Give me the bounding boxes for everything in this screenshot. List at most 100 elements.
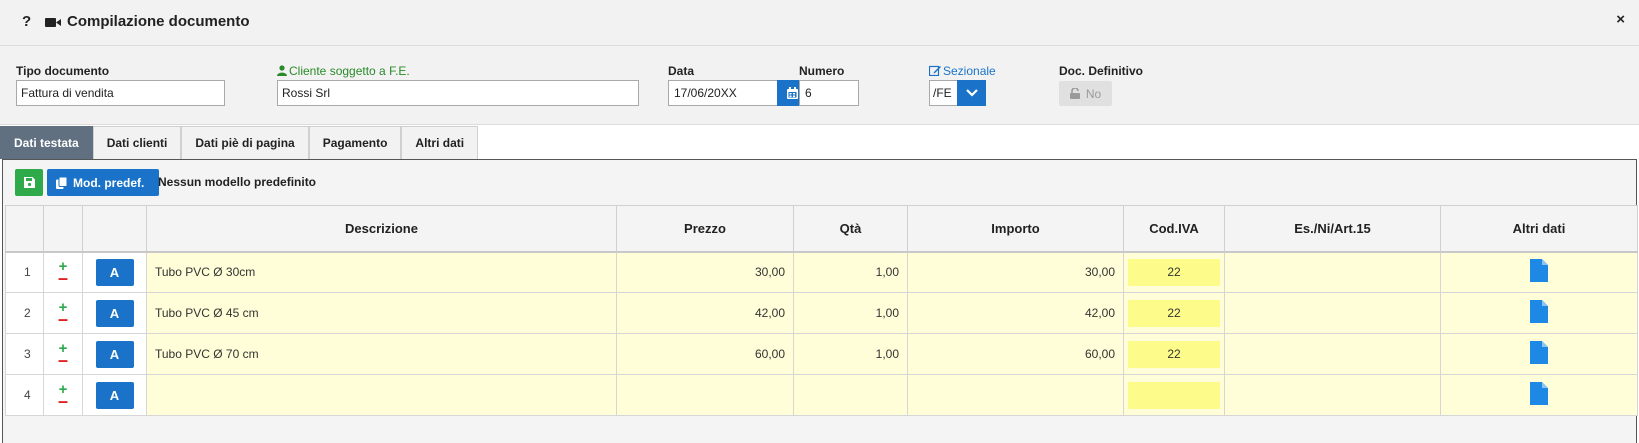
close-icon[interactable]: × (1616, 11, 1625, 28)
line-items-table: Descrizione Prezzo Qtà Importo Cod.IVA E… (5, 205, 1638, 416)
importo-cell[interactable]: 42,00 (907, 292, 1124, 334)
sezionale-label[interactable]: Sezionale (928, 64, 996, 78)
tab-pagamento[interactable]: Pagamento (308, 126, 402, 159)
document-icon[interactable] (1530, 300, 1548, 323)
row-a-cell: A (82, 292, 147, 334)
es-ni-art15-cell[interactable] (1224, 374, 1441, 416)
cliente-label: Cliente soggetto a F.E. (277, 64, 410, 78)
chevron-down-icon (965, 89, 978, 97)
importo-cell[interactable]: 60,00 (907, 333, 1124, 375)
cliente-input[interactable]: Rossi Srl (277, 80, 639, 106)
header-a (82, 205, 147, 253)
mod-predef-label: Mod. predef. (73, 175, 145, 190)
table-row: 2 + – A Tubo PVC Ø 45 cm 42,00 1,00 42,00… (5, 292, 1638, 334)
document-icon[interactable] (1530, 382, 1548, 405)
table-row: 4 + – A (5, 374, 1638, 416)
row-number: 3 (5, 333, 44, 375)
sezionale-dropdown-button[interactable] (957, 80, 986, 106)
data-input[interactable]: 17/06/20XX (668, 80, 778, 106)
descrizione-cell[interactable] (146, 374, 617, 416)
remove-row-icon[interactable]: – (58, 351, 68, 369)
tab-dati-pie-di-pagina[interactable]: Dati piè di pagina (181, 126, 309, 159)
remove-row-icon[interactable]: – (58, 269, 68, 287)
header-index (5, 205, 44, 253)
prezzo-cell[interactable]: 42,00 (616, 292, 794, 334)
qta-cell[interactable]: 1,00 (793, 251, 908, 293)
row-add-remove: + – (43, 251, 83, 293)
tab-dati-testata[interactable]: Dati testata (0, 126, 93, 159)
cod-iva-cell: 22 (1123, 333, 1225, 375)
qta-cell[interactable]: 1,00 (793, 333, 908, 375)
header-prezzo[interactable]: Prezzo (616, 205, 794, 253)
doc-definitivo-label: Doc. Definitivo (1059, 64, 1144, 78)
row-add-remove: + – (43, 292, 83, 334)
document-header-form: Tipo documento Fattura di vendita Client… (0, 46, 1639, 125)
row-number: 1 (5, 251, 44, 293)
article-button[interactable]: A (95, 340, 134, 368)
cod-iva-input[interactable]: 22 (1128, 340, 1220, 368)
document-icon[interactable] (1530, 259, 1548, 283)
mod-predef-button[interactable]: Mod. predef. (47, 169, 159, 196)
numero-input[interactable]: 6 (799, 80, 859, 106)
cod-iva-cell: 22 (1123, 251, 1225, 293)
calendar-icon (786, 87, 798, 99)
cod-iva-input[interactable]: 22 (1128, 299, 1220, 327)
article-button[interactable]: A (95, 258, 134, 286)
tab-dati-clienti[interactable]: Dati clienti (92, 126, 182, 159)
descrizione-cell[interactable]: Tubo PVC Ø 45 cm (146, 292, 617, 334)
article-button[interactable]: A (95, 299, 134, 327)
header-cod-iva[interactable]: Cod.IVA (1123, 205, 1225, 253)
es-ni-art15-cell[interactable] (1224, 251, 1441, 293)
tab-panel: Mod. predef. Nessun modello predefinito … (2, 159, 1638, 443)
table-row: 1 + – A Tubo PVC Ø 30cm 30,00 1,00 30,00 … (5, 251, 1638, 293)
row-add-remove: + – (43, 333, 83, 375)
document-icon[interactable] (1530, 341, 1548, 364)
header-descrizione[interactable]: Descrizione (146, 205, 617, 253)
sezionale-label-text: Sezionale (943, 64, 996, 78)
user-icon (277, 65, 287, 76)
header-importo[interactable]: Importo (907, 205, 1124, 253)
cod-iva-input[interactable]: 22 (1128, 258, 1220, 286)
prezzo-cell[interactable] (616, 374, 794, 416)
numero-label: Numero (799, 64, 845, 78)
importo-cell[interactable]: 30,00 (907, 251, 1124, 293)
cliente-label-text: Cliente soggetto a F.E. (289, 64, 410, 78)
altri-dati-cell (1440, 374, 1638, 416)
prezzo-cell[interactable]: 30,00 (616, 251, 794, 293)
copy-icon (56, 176, 67, 189)
descrizione-cell[interactable]: Tubo PVC Ø 70 cm (146, 333, 617, 375)
header-es-ni-art15[interactable]: Es./Ni/Art.15 (1224, 205, 1441, 253)
qta-cell[interactable]: 1,00 (793, 292, 908, 334)
table-row: 3 + – A Tubo PVC Ø 70 cm 60,00 1,00 60,00… (5, 333, 1638, 375)
importo-cell[interactable] (907, 374, 1124, 416)
es-ni-art15-cell[interactable] (1224, 333, 1441, 375)
article-button[interactable]: A (95, 381, 134, 409)
tipo-documento-input[interactable]: Fattura di vendita (16, 80, 225, 106)
row-a-cell: A (82, 251, 147, 293)
floppy-disk-icon (23, 177, 35, 188)
row-a-cell: A (82, 374, 147, 416)
row-add-remove: + – (43, 374, 83, 416)
cod-iva-cell: 22 (1123, 292, 1225, 334)
descrizione-cell[interactable]: Tubo PVC Ø 30cm (146, 251, 617, 293)
row-a-cell: A (82, 333, 147, 375)
help-icon[interactable]: ? (22, 13, 31, 30)
unlock-icon (1069, 88, 1080, 99)
es-ni-art15-cell[interactable] (1224, 292, 1441, 334)
tab-bar: Dati testata Dati clienti Dati piè di pa… (0, 126, 479, 159)
doc-definitivo-toggle[interactable]: No (1059, 81, 1112, 106)
tab-altri-dati[interactable]: Altri dati (401, 126, 479, 159)
prezzo-cell[interactable]: 60,00 (616, 333, 794, 375)
qta-cell[interactable] (793, 374, 908, 416)
remove-row-icon[interactable]: – (58, 392, 68, 410)
sezionale-input[interactable]: /FE (929, 80, 959, 106)
cod-iva-input[interactable] (1128, 381, 1220, 409)
save-button[interactable] (15, 169, 43, 196)
title-bar: ? Compilazione documento × (0, 0, 1639, 46)
model-status-text: Nessun modello predefinito (158, 175, 317, 189)
header-qta[interactable]: Qtà (793, 205, 908, 253)
dialog-title: Compilazione documento (67, 13, 250, 30)
header-altri-dati[interactable]: Altri dati (1440, 205, 1638, 253)
video-camera-icon[interactable] (45, 17, 61, 28)
remove-row-icon[interactable]: – (58, 310, 68, 328)
